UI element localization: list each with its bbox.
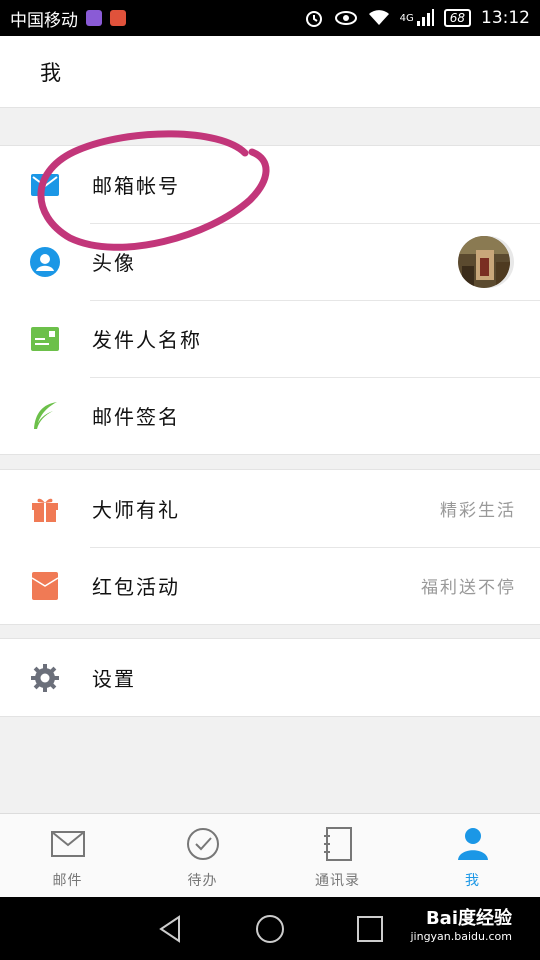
carrier-name: 中国移动 bbox=[10, 10, 78, 31]
menu-item-settings[interactable]: 设置 bbox=[0, 639, 540, 716]
clock: 13:12 bbox=[481, 8, 530, 28]
tab-contacts[interactable]: 通讯录 bbox=[270, 814, 405, 897]
promotions-group: 大师有礼 精彩生活 红包活动 福利送不停 bbox=[0, 469, 540, 625]
feather-icon bbox=[30, 401, 60, 431]
app-notification-icon bbox=[110, 10, 126, 26]
menu-item-red-packet[interactable]: 红包活动 福利送不停 bbox=[0, 547, 540, 624]
gear-icon bbox=[30, 663, 60, 693]
mail-outline-icon bbox=[50, 826, 86, 862]
signal-icon: 4G bbox=[400, 9, 434, 27]
avatar[interactable] bbox=[458, 235, 510, 288]
person-icon bbox=[455, 826, 491, 862]
menu-item-hint: 精彩生活 bbox=[440, 501, 516, 521]
alarm-icon bbox=[304, 8, 324, 28]
watermark: Bai度经验 jingyan.baidu.com bbox=[410, 910, 512, 946]
menu-item-signature[interactable]: 邮件签名 bbox=[0, 377, 540, 454]
page-header: 我 bbox=[0, 36, 540, 108]
tab-mail[interactable]: 邮件 bbox=[0, 814, 135, 897]
menu-item-label: 发件人名称 bbox=[92, 328, 202, 352]
back-button[interactable] bbox=[150, 909, 190, 949]
tab-label: 我 bbox=[465, 873, 480, 889]
menu-item-hint: 福利送不停 bbox=[421, 578, 516, 598]
page-title: 我 bbox=[40, 60, 61, 85]
mail-icon bbox=[30, 170, 60, 200]
menu-item-label: 红包活动 bbox=[92, 575, 180, 599]
menu-item-label: 设置 bbox=[92, 667, 136, 691]
menu-item-avatar[interactable]: 头像 bbox=[0, 223, 540, 300]
settings-group: 设置 bbox=[0, 638, 540, 717]
home-button[interactable] bbox=[250, 909, 290, 949]
wifi-icon bbox=[368, 9, 390, 27]
gift-icon bbox=[30, 494, 60, 524]
menu-item-mail-account[interactable]: 邮箱帐号 bbox=[0, 146, 540, 223]
menu-item-label: 邮箱帐号 bbox=[92, 174, 180, 198]
menu-item-gift[interactable]: 大师有礼 精彩生活 bbox=[0, 470, 540, 547]
recent-apps-button[interactable] bbox=[350, 909, 390, 949]
watermark-brand: Bai度经验 bbox=[425, 908, 512, 929]
tab-label: 通讯录 bbox=[315, 873, 360, 889]
tab-label: 邮件 bbox=[52, 873, 83, 889]
gallery-notification-icon bbox=[86, 10, 102, 26]
tab-label: 待办 bbox=[187, 873, 218, 889]
red-envelope-icon bbox=[30, 571, 60, 601]
menu-item-sender-name[interactable]: 发件人名称 bbox=[0, 300, 540, 377]
contacts-icon bbox=[320, 826, 356, 862]
eye-comfort-icon bbox=[334, 10, 358, 26]
tab-todo[interactable]: 待办 bbox=[135, 814, 270, 897]
tab-me[interactable]: 我 bbox=[405, 814, 540, 897]
bottom-tab-bar: 邮件 待办 通讯录 我 bbox=[0, 813, 540, 897]
status-bar: 中国移动 4G 68 13:12 bbox=[0, 0, 540, 36]
network-type: 4G bbox=[399, 12, 414, 24]
menu-item-label: 头像 bbox=[92, 251, 136, 275]
id-card-icon bbox=[30, 324, 60, 354]
watermark-url: jingyan.baidu.com bbox=[410, 930, 512, 943]
menu-item-label: 邮件签名 bbox=[92, 405, 180, 429]
account-settings-group: 邮箱帐号 头像 发件人名称 邮件签名 bbox=[0, 145, 540, 455]
menu-item-label: 大师有礼 bbox=[92, 498, 180, 522]
check-circle-icon bbox=[185, 826, 221, 862]
user-icon bbox=[30, 246, 60, 277]
battery-level: 68 bbox=[443, 9, 471, 27]
